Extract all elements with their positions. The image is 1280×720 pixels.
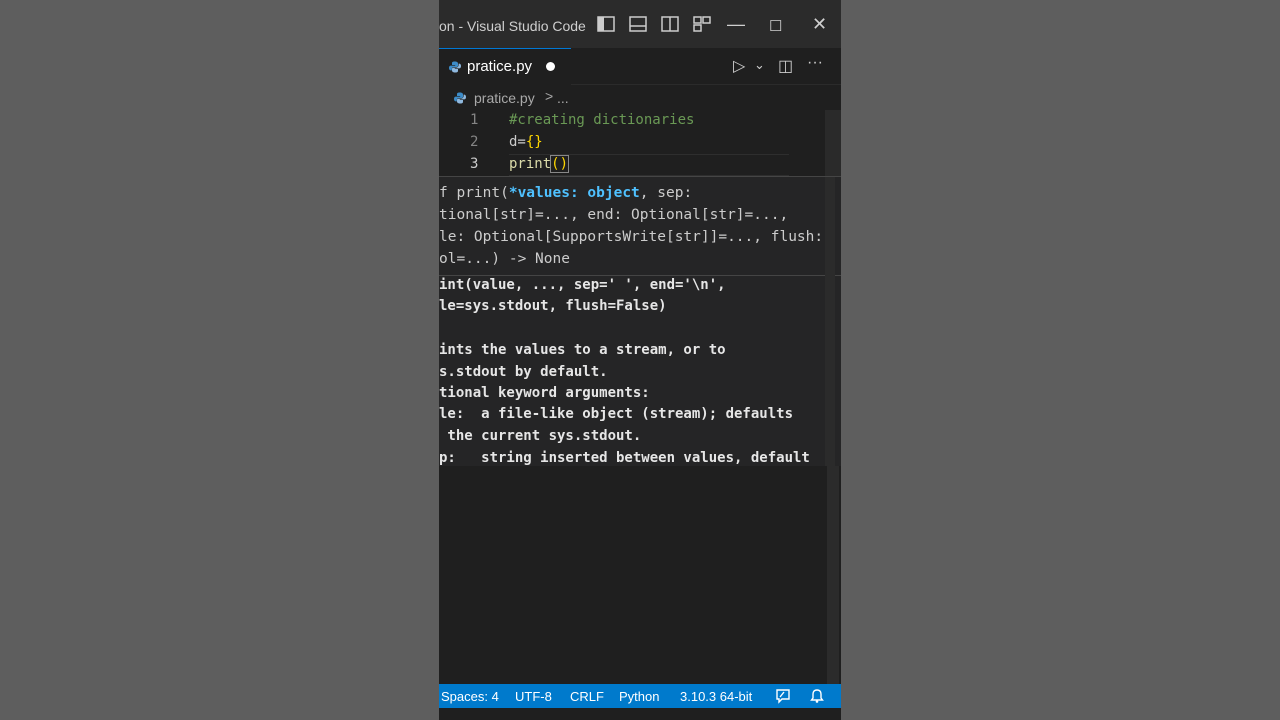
signature-line: f print(*values: object, sep: — [439, 185, 693, 201]
background-left — [0, 0, 439, 720]
line-number: 1 — [470, 112, 479, 128]
encoding-status[interactable]: UTF-8 — [515, 689, 552, 704]
maximize-button[interactable]: ☐ — [769, 17, 782, 35]
layout-controls — [597, 16, 711, 32]
doc-line: int(value, ..., sep=' ', end='\n', — [439, 277, 726, 293]
unsaved-dot-icon[interactable] — [546, 62, 555, 71]
run-menu-chevron-icon[interactable]: ⌄ — [754, 57, 765, 73]
customize-layout-icon[interactable] — [693, 16, 711, 32]
code-text: d={} — [509, 134, 543, 150]
window-title: on - Visual Studio Code — [439, 18, 586, 34]
toggle-panel-icon[interactable] — [629, 16, 647, 32]
breadcrumb-file[interactable]: pratice.py — [474, 90, 535, 106]
doc-line: ints the values to a stream, or to — [439, 342, 726, 358]
code-comment: #creating dictionaries — [509, 112, 695, 128]
window-bottom-edge — [439, 708, 841, 720]
editor-scrollbar[interactable] — [827, 466, 839, 684]
title-bar: on - Visual Studio Code — ☐ ✕ — [439, 0, 841, 49]
signature-line: tional[str]=..., end: Optional[str]=..., — [439, 207, 789, 223]
doc-line: s.stdout by default. — [439, 364, 608, 380]
code-line-2[interactable]: 2 d={} — [439, 132, 829, 154]
python-icon — [449, 61, 461, 73]
minimap[interactable] — [825, 110, 841, 176]
eol-status[interactable]: CRLF — [570, 689, 604, 704]
breadcrumb: pratice.py > ... — [439, 86, 841, 110]
doc-line: p: string inserted between values, defau… — [439, 450, 810, 466]
interpreter-status[interactable]: 3.10.3 64-bit — [680, 689, 752, 704]
popup-scrollbar[interactable] — [825, 177, 835, 467]
tab-label: pratice.py — [467, 58, 533, 75]
background-right — [841, 0, 1280, 720]
tab-pratice-py[interactable]: pratice.py — [439, 48, 571, 85]
feedback-icon[interactable] — [775, 688, 791, 704]
python-icon — [454, 92, 466, 104]
status-bar: Spaces: 4 UTF-8 CRLF Python 3.10.3 64-bi… — [439, 684, 841, 708]
toggle-primary-sidebar-icon[interactable] — [597, 16, 615, 32]
code-text: print() — [509, 155, 570, 173]
doc-line: the current sys.stdout. — [439, 428, 642, 444]
code-line-1[interactable]: 1 #creating dictionaries — [439, 110, 829, 132]
doc-line: le: a file-like object (stream); default… — [439, 406, 794, 422]
run-icon[interactable]: ▷ — [733, 56, 745, 76]
signature: f print(*values: object, sep: tional[str… — [439, 183, 841, 276]
signature-help-popup: f print(*values: object, sep: tional[str… — [439, 176, 841, 468]
line-number: 2 — [470, 134, 479, 150]
language-status[interactable]: Python — [619, 689, 659, 704]
vscode-window: on - Visual Studio Code — ☐ ✕ pratice.py… — [439, 0, 841, 720]
toggle-secondary-sidebar-icon[interactable] — [661, 16, 679, 32]
split-editor-icon[interactable]: ◫ — [778, 56, 793, 76]
doc-line: tional keyword arguments: — [439, 385, 650, 401]
more-actions-icon[interactable]: ··· — [807, 54, 823, 72]
bell-icon[interactable] — [809, 688, 825, 704]
signature-line: le: Optional[SupportsWrite[str]]=..., fl… — [439, 229, 824, 245]
minimize-button[interactable]: — — [727, 14, 745, 35]
breadcrumb-separator: > — [545, 88, 554, 104]
tab-bar: pratice.py ▷ ⌄ ◫ ··· — [439, 48, 841, 85]
signature-line: ol=...) -> None — [439, 251, 570, 267]
doc-line: le=sys.stdout, flush=False) — [439, 298, 667, 314]
indentation-status[interactable]: Spaces: 4 — [441, 689, 499, 704]
line-number: 3 — [470, 156, 479, 172]
close-button[interactable]: ✕ — [812, 14, 827, 35]
editor-empty-area[interactable] — [439, 466, 841, 684]
code-line-3[interactable]: 3 print() — [439, 154, 829, 176]
code-editor[interactable]: 1 #creating dictionaries 2 d={} 3 print(… — [439, 110, 841, 176]
breadcrumb-more[interactable]: ... — [557, 90, 569, 106]
